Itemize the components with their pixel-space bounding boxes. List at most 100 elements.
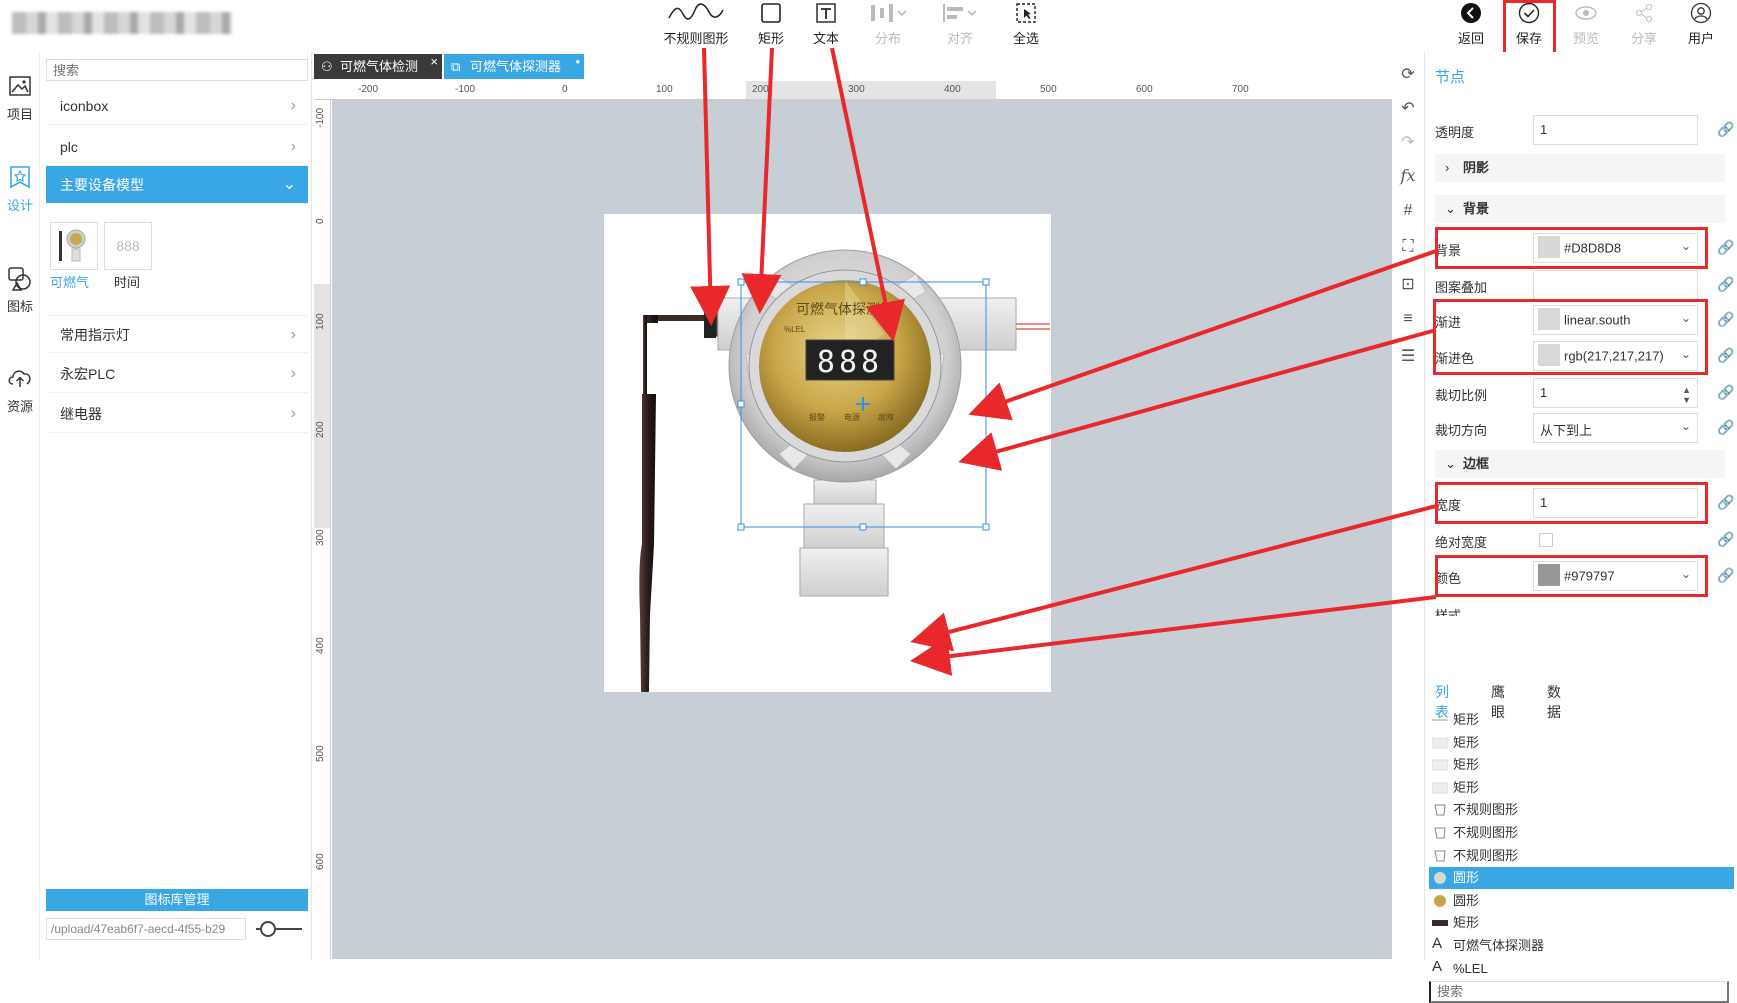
redo-icon[interactable]: ↷ (1393, 132, 1423, 152)
horizontal-ruler: -200 -100 0 100 200 300 400 500 600 700 (314, 81, 1392, 100)
clip-ratio-input[interactable]: 1 ▲ ▼ (1533, 378, 1698, 408)
user-button[interactable]: 用户 (1686, 2, 1716, 48)
link-icon[interactable]: 🔗 (1717, 239, 1734, 256)
text-tool-button[interactable]: 文本 (811, 2, 841, 48)
pattern-input[interactable] (1533, 270, 1698, 300)
clip-direction-select[interactable]: 从下到上 ⌄ (1533, 413, 1698, 443)
layer-item[interactable]: A 可燃气体探测器 (1429, 935, 1734, 957)
layer-item-label: 圆形 (1453, 870, 1480, 886)
link-icon[interactable]: 🔗 (1717, 567, 1734, 584)
link-icon[interactable]: 🔗 (1717, 531, 1734, 548)
rail-item-project[interactable]: 项目 (0, 74, 40, 123)
cable-wires (1016, 323, 1050, 330)
function-icon[interactable]: fx (1393, 166, 1423, 185)
layer-item[interactable]: A %LEL (1429, 958, 1734, 980)
rail-item-resources[interactable]: 资源 (0, 366, 40, 415)
library-group-main-equipment[interactable]: 主要设备模型 ⌄ (46, 166, 308, 204)
absolute-width-checkbox[interactable] (1539, 533, 1553, 547)
clip-ratio-row: 裁切比例 1 ▲ ▼ 🔗 (1435, 378, 1734, 408)
fit-view-icon[interactable]: ⛶ (1393, 238, 1423, 256)
text-tool-label: 文本 (812, 31, 839, 46)
link-icon[interactable]: 🔗 (1717, 311, 1734, 328)
back-button[interactable]: 返回 (1456, 2, 1486, 48)
opacity-label: 透明度 (1435, 125, 1475, 140)
upload-path-input[interactable] (46, 918, 246, 940)
align-tool-button[interactable]: 对齐 (938, 2, 982, 48)
device-unit-text[interactable]: %LEL (784, 325, 806, 334)
link-icon[interactable]: 🔗 (1717, 276, 1734, 293)
sensor-base-rectangle[interactable] (799, 547, 889, 597)
outline-icon[interactable]: ☰ (1393, 346, 1423, 366)
icon-library-manage-button[interactable]: 图标库管理 (46, 889, 308, 911)
layer-item[interactable]: 矩形 (1429, 732, 1734, 754)
ruler-tick: 700 (1232, 84, 1249, 95)
library-group-label: 继电器 (60, 406, 102, 422)
layer-item[interactable]: 矩形 (1429, 754, 1734, 776)
undo-icon[interactable]: ↶ (1393, 98, 1423, 118)
ruler-tick: 200 (315, 421, 326, 438)
ruler-tick: 100 (315, 313, 326, 330)
layer-item[interactable]: 矩形 (1429, 777, 1734, 799)
layer-item[interactable]: 圆形 (1429, 890, 1734, 912)
share-button[interactable]: 分享 (1629, 2, 1659, 48)
preview-button[interactable]: 预览 (1571, 2, 1601, 48)
close-icon[interactable]: × (430, 49, 438, 74)
link-icon[interactable]: 🔗 (1717, 419, 1734, 436)
background-section-header[interactable]: ⌄ 背景 (1435, 195, 1725, 223)
layer-search-input[interactable] (1429, 981, 1729, 1003)
tab-gas-detection[interactable]: ⚇ 可燃气体检测 × (314, 54, 442, 79)
freeform-tool-button[interactable]: 不规则图形 (662, 2, 730, 48)
rail-item-design[interactable]: 设计 (0, 165, 40, 214)
chevron-right-icon: › (290, 326, 296, 343)
link-icon[interactable]: 🔗 (1717, 384, 1734, 401)
rail-label-icons: 图标 (6, 299, 33, 314)
layer-item[interactable]: 不规则图形 (1429, 845, 1734, 867)
library-group-iconbox[interactable]: iconbox › (46, 87, 308, 125)
properties-panel-title: 节点 (1435, 69, 1466, 86)
ruler-tick: 400 (315, 637, 326, 654)
layer-item[interactable]: 矩形 (1429, 709, 1734, 731)
rectangle-layer-icon (1432, 759, 1448, 771)
layer-item[interactable]: 不规则图形 (1429, 799, 1734, 821)
rotate-icon[interactable]: ⟳ (1393, 64, 1423, 84)
align-icon (938, 2, 982, 28)
tab-gas-detector[interactable]: ⧉ 可燃气体探测器 • (444, 54, 584, 79)
link-icon[interactable]: 🔗 (1717, 121, 1734, 138)
library-search-input[interactable] (46, 59, 308, 81)
gas-detector-drawing[interactable]: 可燃气体探测器 %LEL 888 报警 电源 故障 (604, 214, 1051, 692)
style-label: 样式 (1435, 608, 1462, 616)
library-group-plc[interactable]: plc › (46, 128, 308, 166)
zoom-slider-handle[interactable] (260, 921, 276, 937)
device-title-text[interactable]: 可燃气体探测器 (796, 301, 894, 317)
grid-icon[interactable]: # (1393, 202, 1423, 220)
stepper-icon[interactable]: ▲ ▼ (1682, 385, 1691, 405)
select-all-button[interactable]: 全选 (1010, 2, 1042, 48)
shadow-section-header[interactable]: › 阴影 (1435, 154, 1725, 182)
distribute-tool-button[interactable]: 分布 (866, 2, 910, 48)
rectangle-tool-label: 矩形 (757, 31, 784, 46)
layers-icon[interactable]: ≡ (1393, 310, 1423, 328)
ruler-tick: -100 (315, 107, 326, 128)
layer-item-label: 圆形 (1453, 892, 1480, 908)
link-icon[interactable]: 🔗 (1717, 347, 1734, 364)
antenna-shape[interactable] (639, 315, 718, 692)
rectangle-tool-button[interactable]: 矩形 (756, 2, 786, 48)
link-icon[interactable]: 🔗 (1717, 494, 1734, 511)
library-group-relay[interactable]: 继电器 › (46, 395, 308, 433)
layer-item[interactable]: 矩形 (1429, 912, 1734, 934)
library-group-indicator-lights[interactable]: 常用指示灯 › (46, 315, 308, 353)
layer-item[interactable]: 圆形 (1429, 867, 1734, 890)
rail-item-icons[interactable]: 图标 (0, 266, 40, 315)
layer-item[interactable]: 不规则图形 (1429, 822, 1734, 844)
library-group-yonghong-plc[interactable]: 永宏PLC › (46, 355, 308, 393)
opacity-value: 1 (1540, 122, 1548, 137)
group-icon[interactable]: ⊡ (1393, 274, 1423, 294)
library-item-time[interactable]: 888 (104, 222, 152, 270)
library-item-gas-detector[interactable] (50, 222, 98, 270)
opacity-input[interactable]: 1 (1533, 115, 1698, 145)
right-tool-strip: ⟳ ↶ ↷ fx # ⛶ ⊡ ≡ ☰ (1393, 60, 1423, 380)
border-section-header[interactable]: ⌄ 边框 (1435, 450, 1725, 478)
neck-rectangle[interactable] (813, 479, 877, 505)
library-group-label: plc (60, 139, 78, 155)
sensor-body-rectangle[interactable] (803, 503, 885, 549)
